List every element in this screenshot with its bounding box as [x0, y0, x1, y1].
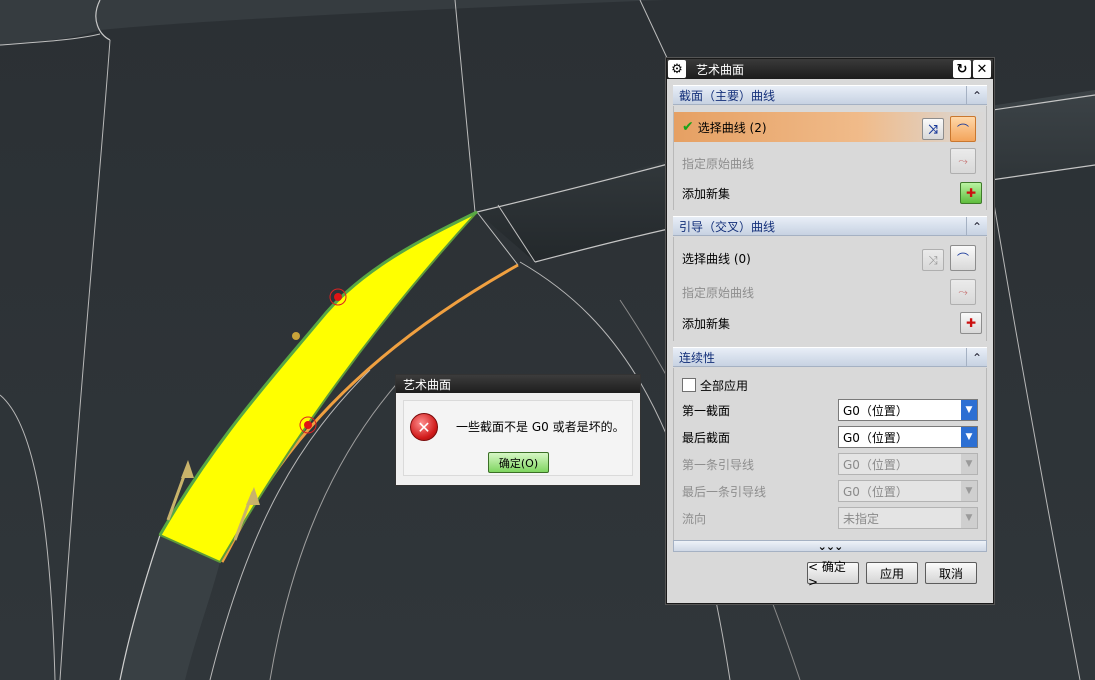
- error-dialog: 艺术曲面 ✕ 一些截面不是 G0 或者是坏的。 确定(O): [395, 374, 641, 486]
- more-options-toggle[interactable]: ⌄⌄⌄: [673, 539, 987, 553]
- add-set-icon[interactable]: ✚: [960, 312, 982, 334]
- add-new-set-row[interactable]: 添加新集: [674, 180, 986, 206]
- dialog-title: 艺术曲面: [696, 62, 745, 77]
- first-section-select[interactable]: G0（位置） ▼: [838, 399, 978, 421]
- add-new-set-row[interactable]: 添加新集: [674, 310, 986, 336]
- guide-curves-title: 引导（交叉）曲线: [679, 219, 776, 234]
- first-guide-label: 第一条引导线: [682, 457, 755, 472]
- dialog-titlebar[interactable]: ⚙ 艺术曲面 ↻ ✕: [667, 59, 993, 79]
- add-new-set-label: 添加新集: [682, 316, 731, 331]
- specify-origin-row[interactable]: 指定原始曲线: [674, 150, 986, 176]
- first-guide-select[interactable]: G0（位置） ▼: [838, 453, 978, 475]
- chevron-down-icon[interactable]: ▼: [961, 400, 977, 420]
- curve-select-icon[interactable]: ⌒: [950, 245, 976, 271]
- specify-origin-icon[interactable]: ⤳: [950, 279, 976, 305]
- apply-all-row[interactable]: 全部应用: [674, 372, 986, 398]
- last-guide-select[interactable]: G0（位置） ▼: [838, 480, 978, 502]
- continuity-title: 连续性: [679, 350, 716, 365]
- section-curves-body: ✔ 选择曲线 (2) ⤨ ⌒ 指定原始曲线 ⤳ 添加新集 ✚: [673, 106, 987, 210]
- specify-origin-label: 指定原始曲线: [682, 285, 755, 300]
- cancel-button[interactable]: 取消: [925, 562, 977, 584]
- chevron-down-icon[interactable]: ▼: [961, 481, 977, 501]
- collapse-up-icon[interactable]: ⌃: [966, 217, 987, 236]
- first-section-label: 第一截面: [682, 403, 731, 418]
- expand-more-icon: ⌄⌄⌄: [817, 539, 844, 553]
- section-curves-title: 截面（主要）曲线: [679, 88, 776, 103]
- chevron-down-icon[interactable]: ▼: [961, 508, 977, 528]
- reverse-direction-icon[interactable]: ⤨: [922, 118, 944, 140]
- continuity-header[interactable]: 连续性 ⌃: [673, 347, 987, 367]
- error-icon: ✕: [410, 413, 438, 441]
- select-guide-label: 选择曲线 (0): [682, 251, 751, 266]
- add-new-set-label: 添加新集: [682, 186, 731, 201]
- last-section-value: G0（位置）: [843, 430, 908, 445]
- section-curves-header[interactable]: 截面（主要）曲线 ⌃: [673, 85, 987, 105]
- first-section-value: G0（位置）: [843, 403, 908, 418]
- continuity-body: 全部应用 第一截面 G0（位置） ▼ 最后截面 G0（位置） ▼ 第一条引导线 …: [673, 368, 987, 542]
- gear-icon[interactable]: ⚙: [668, 60, 686, 78]
- ok-button[interactable]: < 确定 >: [807, 560, 859, 589]
- apply-all-label: 全部应用: [700, 378, 749, 393]
- last-guide-value: G0（位置）: [843, 484, 908, 499]
- error-message: 一些截面不是 G0 或者是坏的。: [456, 420, 625, 434]
- apply-button[interactable]: 应用: [866, 562, 918, 584]
- add-set-icon[interactable]: ✚: [960, 182, 982, 204]
- flow-value: 未指定: [843, 511, 880, 526]
- collapse-up-icon[interactable]: ⌃: [966, 348, 987, 367]
- curve-select-icon[interactable]: ⌒: [950, 116, 976, 142]
- guide-curves-body: 选择曲线 (0) ⤨ ⌒ 指定原始曲线 ⤳ 添加新集 ✚: [673, 237, 987, 341]
- reverse-direction-icon[interactable]: ⤨: [922, 249, 944, 271]
- flow-select[interactable]: 未指定 ▼: [838, 507, 978, 529]
- specify-origin-row[interactable]: 指定原始曲线: [674, 279, 986, 305]
- last-section-select[interactable]: G0（位置） ▼: [838, 426, 978, 448]
- select-curve-label: 选择曲线 (2): [697, 120, 767, 135]
- guide-curves-header[interactable]: 引导（交叉）曲线 ⌃: [673, 216, 987, 236]
- reset-icon[interactable]: ↻: [953, 60, 971, 78]
- apply-all-checkbox[interactable]: [682, 378, 696, 392]
- specify-origin-label: 指定原始曲线: [682, 156, 755, 171]
- specify-origin-icon[interactable]: ⤳: [950, 148, 976, 174]
- error-ok-button[interactable]: 确定(O): [488, 452, 549, 473]
- chevron-down-icon[interactable]: ▼: [961, 427, 977, 447]
- collapse-up-icon[interactable]: ⌃: [966, 86, 987, 105]
- chevron-down-icon[interactable]: ▼: [961, 454, 977, 474]
- last-guide-label: 最后一条引导线: [682, 484, 767, 499]
- first-guide-value: G0（位置）: [843, 457, 908, 472]
- art-surface-dialog: ⚙ 艺术曲面 ↻ ✕ 截面（主要）曲线 ⌃ ✔ 选择曲线 (2) ⤨ ⌒ 指定原…: [666, 58, 994, 604]
- error-dialog-title[interactable]: 艺术曲面: [396, 375, 640, 393]
- last-section-label: 最后截面: [682, 430, 731, 445]
- close-icon[interactable]: ✕: [973, 60, 991, 78]
- flow-label: 流向: [682, 511, 707, 526]
- check-icon: ✔: [682, 119, 694, 135]
